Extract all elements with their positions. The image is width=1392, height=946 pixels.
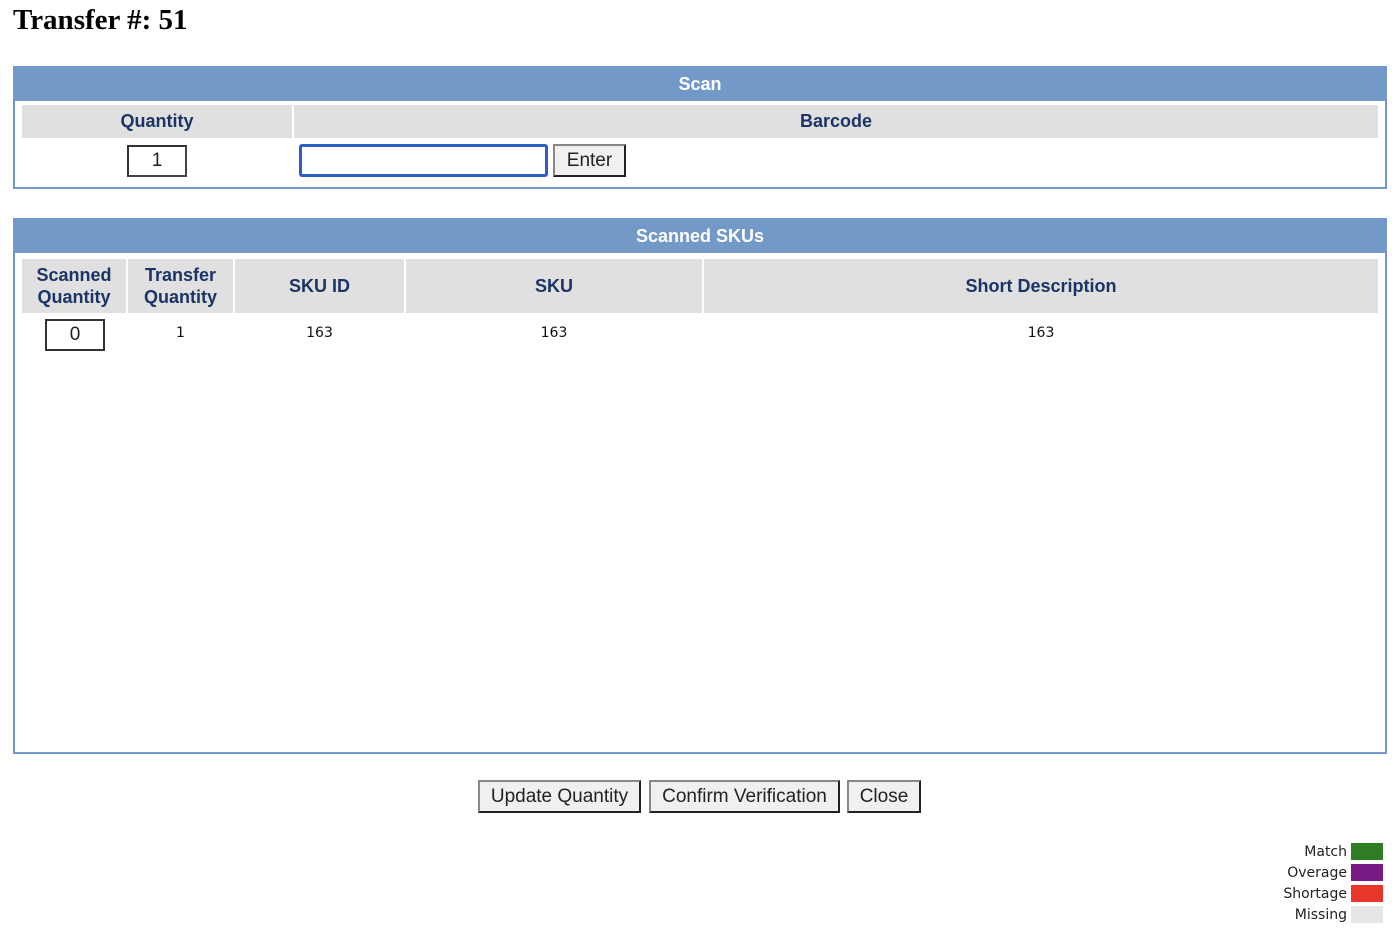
scan-panel-header: Scan [15, 68, 1385, 101]
confirm-verification-button[interactable]: Confirm Verification [649, 780, 840, 813]
legend-item-shortage: Shortage [1283, 883, 1383, 904]
legend-label-match: Match [1304, 843, 1347, 860]
match-swatch [1351, 843, 1383, 860]
sku-cell: 163 [540, 325, 568, 341]
legend-item-missing: Missing [1283, 904, 1383, 925]
barcode-input[interactable] [299, 144, 548, 177]
scanned-quantity-column-header: Scanned Quantity [22, 259, 126, 313]
scanned-quantity-input[interactable] [45, 319, 105, 351]
legend-label-shortage: Shortage [1283, 885, 1347, 902]
sku-id-column-header: SKU ID [235, 259, 404, 313]
page-title: Transfer #: 51 [13, 4, 188, 36]
update-quantity-button[interactable]: Update Quantity [478, 780, 641, 813]
barcode-column-header: Barcode [294, 105, 1378, 138]
missing-swatch [1351, 906, 1383, 923]
enter-button[interactable]: Enter [553, 144, 626, 177]
sku-column-header: SKU [406, 259, 702, 313]
quantity-column-header: Quantity [22, 105, 292, 138]
scanned-skus-panel: Scanned SKUs Scanned Quantity Transfer Q… [13, 218, 1387, 754]
legend-item-match: Match [1283, 841, 1383, 862]
action-bar: Update Quantity Confirm Verification Clo… [0, 780, 1392, 813]
status-legend: Match Overage Shortage Missing [1283, 841, 1383, 925]
scanned-skus-table-header: Scanned Quantity Transfer Quantity SKU I… [22, 259, 1378, 313]
legend-label-missing: Missing [1294, 906, 1347, 923]
overage-swatch [1351, 864, 1383, 881]
scanned-skus-header: Scanned SKUs [15, 220, 1385, 253]
scan-quantity-input[interactable] [127, 145, 187, 177]
short-description-cell: 163 [1027, 325, 1055, 341]
transfer-quantity-column-header: Transfer Quantity [128, 259, 233, 313]
legend-label-overage: Overage [1287, 864, 1347, 881]
sku-id-cell: 163 [306, 325, 333, 341]
legend-item-overage: Overage [1283, 862, 1383, 883]
close-button[interactable]: Close [847, 780, 921, 813]
short-description-column-header: Short Description [704, 259, 1378, 313]
scan-table-header: Quantity Barcode [22, 105, 1378, 138]
shortage-swatch [1351, 885, 1383, 902]
transfer-quantity-cell: 1 [176, 325, 185, 341]
scan-panel: Scan Quantity Barcode Enter [13, 66, 1387, 189]
